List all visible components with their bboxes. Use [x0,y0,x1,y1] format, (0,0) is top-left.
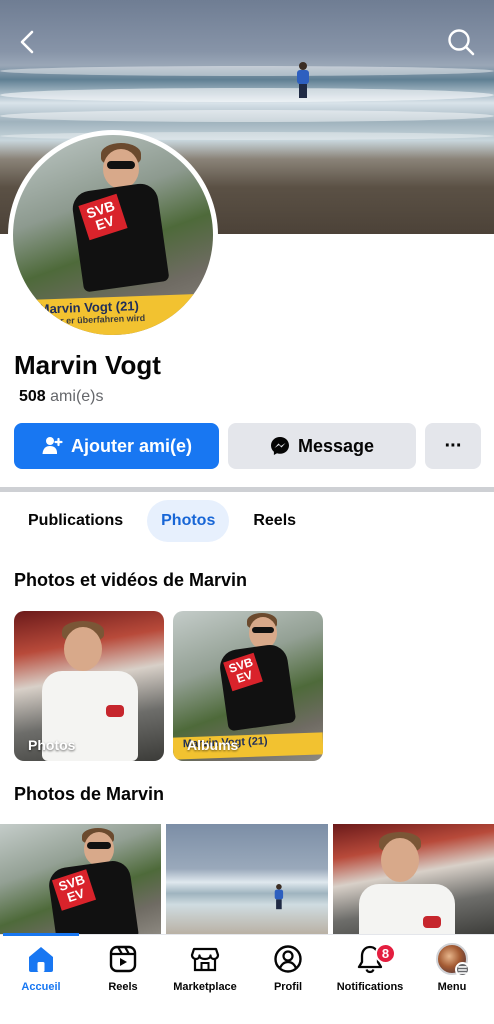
back-button[interactable] [10,24,46,60]
tab-reels[interactable]: Reels [239,500,310,542]
add-friend-label: Ajouter ami(e) [70,435,193,456]
reels-icon [109,945,137,973]
marketplace-icon [190,947,220,972]
photo-thumb[interactable] [166,824,328,936]
active-tab-indicator [3,933,79,936]
profile-name: Marvin Vogt [14,350,161,380]
friends-count[interactable]: 508 ami(e)s [19,388,104,406]
photo-thumb-person-1: SVB EV [30,828,150,936]
nav-label-reels: Reels [108,981,138,993]
album-albums[interactable]: SVB EV Marvin Vogt (21) Albums [173,611,323,761]
section-divider [0,487,494,492]
more-options-icon: ··· [444,434,463,457]
message-button[interactable]: Message [228,423,416,469]
chevron-left-icon [20,30,34,54]
nav-item-accueil[interactable]: Accueil [0,943,86,993]
photo-thumb[interactable]: SVB EV [0,824,161,936]
add-friend-button[interactable]: Ajouter ami(e) [14,423,219,469]
album-photos[interactable]: Photos [14,611,164,761]
tab-photos[interactable]: Photos [147,500,230,542]
menu-hamburger-icon [455,962,470,977]
bottom-navigation: Accueil Reels Marketplace Profil 8 Notif… [0,933,494,1024]
home-icon [29,947,53,972]
album-photos-label: Photos [28,737,76,753]
avatar-banner: Marvin Vogt (21) bevor er überfahren wir… [13,293,213,335]
messenger-icon [270,437,289,455]
nav-label-notifications: Notifications [336,981,404,993]
search-button[interactable] [443,24,479,60]
friends-count-number: 508 [19,388,46,405]
profile-icon [274,945,302,973]
albums-section-title: Photos et vidéos de Marvin [14,570,248,590]
nav-label-accueil: Accueil [21,981,61,993]
search-icon [448,29,475,56]
nav-label-profil: Profil [273,981,303,993]
more-options-button[interactable]: ··· [425,423,481,469]
photos-section-title: Photos de Marvin [14,784,165,804]
tab-publications[interactable]: Publications [14,500,137,542]
nav-item-marketplace[interactable]: Marketplace [160,943,250,993]
notification-badge: 8 [375,943,396,964]
photo-thumb[interactable] [333,824,494,936]
album-albums-person: SVB EV [197,613,307,733]
nav-label-marketplace: Marketplace [173,981,237,993]
photo-thumb-person-3 [353,830,473,936]
surfer-figure [296,62,310,98]
add-friend-icon [42,437,63,454]
album-albums-label: Albums [187,737,239,753]
photo-thumb-surfer [274,884,284,910]
nav-item-reels[interactable]: Reels [78,943,168,993]
profile-tabs: Publications Photos Reels [14,500,320,542]
menu-avatar [436,943,470,977]
nav-item-menu[interactable]: Menu [407,943,494,993]
message-label: Message [297,435,375,456]
friends-count-label: ami(e)s [50,388,104,405]
nav-item-notifications[interactable]: 8 Notifications [325,943,415,993]
nav-item-profil[interactable]: Profil [243,943,333,993]
profile-avatar[interactable]: SVB EV Marvin Vogt (21) bevor er überfahr… [8,130,218,340]
